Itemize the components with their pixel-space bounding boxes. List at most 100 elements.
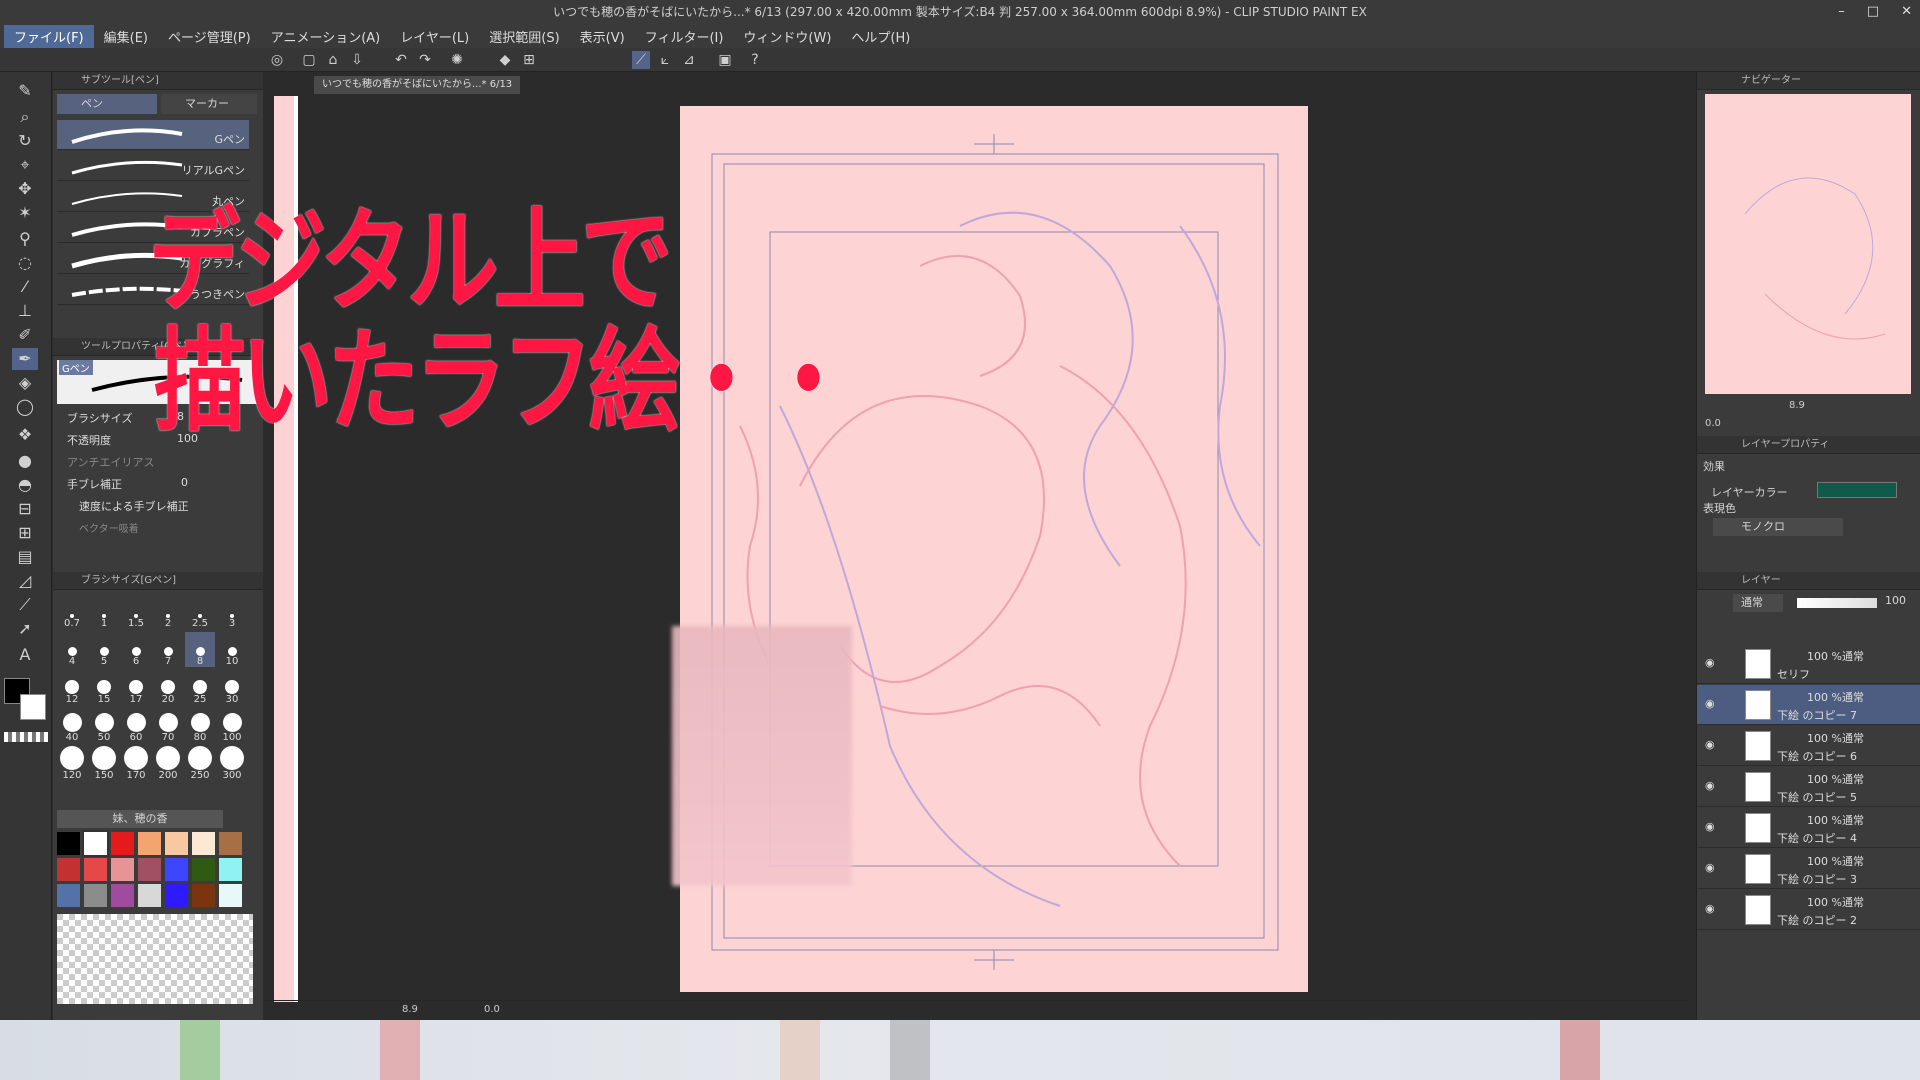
lasso-icon[interactable]: ◌ — [12, 252, 38, 274]
redo-icon[interactable]: ↷ — [416, 51, 434, 69]
pen-quick-icon[interactable]: ✎ — [12, 80, 38, 102]
decoration-icon[interactable]: ❖ — [12, 424, 38, 446]
color-swatch[interactable] — [192, 884, 215, 907]
snap-point-icon[interactable]: ⊿ — [680, 51, 698, 69]
brush-size-300[interactable]: 300 — [217, 746, 247, 781]
layer-row[interactable]: ◉ 100 %通常 下絵 のコピー 6 — [1697, 726, 1920, 766]
pen-tool-icon[interactable]: ✒ — [12, 348, 38, 370]
snap-grid-icon[interactable]: ⟀ — [656, 51, 674, 69]
ruler-icon[interactable]: ◿ — [12, 570, 38, 592]
prop-antialias[interactable]: アンチエイリアス — [57, 454, 257, 476]
brush-size-1.5[interactable]: 1.5 — [121, 594, 151, 629]
prop-stabilization[interactable]: 手ブレ補正 0 — [57, 476, 257, 498]
brush-size-40[interactable]: 40 — [57, 708, 87, 743]
brush-real-g-pen[interactable]: リアルGペン — [57, 151, 249, 181]
text-icon[interactable]: A — [12, 644, 38, 666]
layer-row[interactable]: ◉ 100 %通常 下絵 のコピー 5 — [1697, 767, 1920, 807]
menu-help[interactable]: ヘルプ(H) — [841, 25, 920, 48]
color-swatch[interactable] — [82, 830, 109, 857]
color-swatch[interactable] — [84, 858, 107, 881]
brush-size-7[interactable]: 7 — [153, 632, 183, 667]
menu-page[interactable]: ページ管理(P) — [158, 25, 261, 48]
menu-animation[interactable]: アニメーション(A) — [261, 25, 391, 48]
navigator-preview[interactable] — [1705, 94, 1911, 394]
menu-file[interactable]: ファイル(F) — [4, 24, 94, 48]
brush-size-200[interactable]: 200 — [153, 746, 183, 781]
minimize-button[interactable]: – — [1838, 0, 1845, 24]
frame-icon[interactable]: ⊟ — [12, 498, 38, 520]
save-icon[interactable]: ⇩ — [348, 51, 366, 69]
brush-size-60[interactable]: 60 — [121, 708, 151, 743]
help-icon[interactable]: ? — [746, 51, 764, 69]
prop-vector-snap[interactable]: ベクター吸着 — [57, 520, 257, 536]
color-swatch[interactable] — [219, 858, 242, 881]
fill-icon[interactable]: ◆ — [496, 51, 514, 69]
move-icon[interactable]: ✥ — [12, 178, 38, 200]
menu-layer[interactable]: レイヤー(L) — [390, 25, 479, 48]
eye-icon[interactable]: ◉ — [1705, 820, 1715, 833]
menu-filter[interactable]: フィルター(I) — [635, 25, 734, 48]
brush-size-15[interactable]: 15 — [89, 670, 119, 705]
transparent-color[interactable] — [4, 732, 48, 742]
open-folder-icon[interactable]: ⌂ — [324, 51, 342, 69]
color-swatch[interactable] — [138, 832, 161, 855]
brush-size-6[interactable]: 6 — [121, 632, 151, 667]
navigator-angle[interactable]: 0.0 — [1705, 418, 1721, 429]
opacity-slider[interactable] — [1797, 598, 1877, 608]
color-swatch[interactable] — [57, 884, 80, 907]
snap-ruler-icon[interactable]: ⟋ — [632, 51, 650, 69]
brush-size-70[interactable]: 70 — [153, 708, 183, 743]
color-swatch[interactable] — [57, 832, 80, 855]
blend-icon[interactable]: ● — [12, 450, 38, 472]
gradient-icon[interactable]: ▤ — [12, 546, 38, 568]
brush-size-50[interactable]: 50 — [89, 708, 119, 743]
brush-size-120[interactable]: 120 — [57, 746, 87, 781]
brush-size-8[interactable]: 8 — [185, 632, 215, 667]
stamp-icon[interactable]: ⊥ — [12, 300, 38, 322]
brush-size-30[interactable]: 30 — [217, 670, 247, 705]
new-file-icon[interactable]: ▢ — [300, 51, 318, 69]
color-swatch[interactable] — [111, 884, 134, 907]
shape-icon[interactable]: ◯ — [12, 396, 38, 418]
rotate-icon[interactable]: ↻ — [12, 130, 38, 152]
brush-size-3[interactable]: 3 — [217, 594, 247, 629]
layer-row[interactable]: ◉ 100 %通常 下絵 のコピー 4 — [1697, 808, 1920, 848]
prop-speed-stabilization[interactable]: 速度による手ブレ補正 — [57, 498, 257, 520]
eraser-icon[interactable]: ◈ — [12, 372, 38, 394]
manga-page[interactable] — [672, 106, 1308, 992]
color-swatch[interactable] — [192, 858, 215, 881]
undo-icon[interactable]: ↶ — [392, 51, 410, 69]
menu-edit[interactable]: 編集(E) — [94, 25, 158, 48]
eye-icon[interactable]: ◉ — [1705, 861, 1715, 874]
eye-icon[interactable]: ◉ — [1705, 738, 1715, 751]
brush-size-1[interactable]: 1 — [89, 594, 119, 629]
tab-marker[interactable]: マーカー — [161, 94, 257, 114]
expression-color-select[interactable]: モノクロ — [1713, 518, 1843, 536]
clip-studio-icon[interactable]: ◎ — [268, 51, 286, 69]
layer-row[interactable]: ◉ 100 %通常 下絵 のコピー 3 — [1697, 849, 1920, 889]
brush-g-pen[interactable]: Gペン — [57, 120, 249, 150]
brush-size-25[interactable]: 25 — [185, 670, 215, 705]
color-swatch[interactable] — [192, 832, 215, 855]
auto-select-icon[interactable]: ✶ — [12, 202, 38, 224]
eye-icon[interactable]: ◉ — [1705, 656, 1715, 669]
clear-icon[interactable]: ✺ — [448, 51, 466, 69]
transform-icon[interactable]: ⊞ — [520, 51, 538, 69]
brush-size-20[interactable]: 20 — [153, 670, 183, 705]
color-swatch[interactable] — [219, 884, 242, 907]
layer-row[interactable]: ◉ 100 %通常 下絵 のコピー 7 — [1697, 685, 1920, 725]
color-swatch[interactable] — [57, 858, 80, 881]
sub-color[interactable] — [20, 694, 46, 720]
color-swatch[interactable] — [165, 884, 188, 907]
line-icon[interactable]: ⟋ — [12, 594, 38, 616]
color-swatch[interactable] — [165, 832, 188, 855]
brush-size-12[interactable]: 12 — [57, 670, 87, 705]
tab-pen[interactable]: ペン — [57, 94, 157, 114]
layer-color-swatch[interactable] — [1817, 482, 1897, 498]
color-swatch[interactable] — [165, 858, 188, 881]
color-swatch[interactable] — [138, 858, 161, 881]
object-icon[interactable]: ➚ — [12, 618, 38, 640]
eye-icon[interactable]: ◉ — [1705, 779, 1715, 792]
document-tab[interactable]: いつでも穂の香がそばにいたから...* 6/13 — [314, 76, 521, 94]
brush-size-4[interactable]: 4 — [57, 632, 87, 667]
